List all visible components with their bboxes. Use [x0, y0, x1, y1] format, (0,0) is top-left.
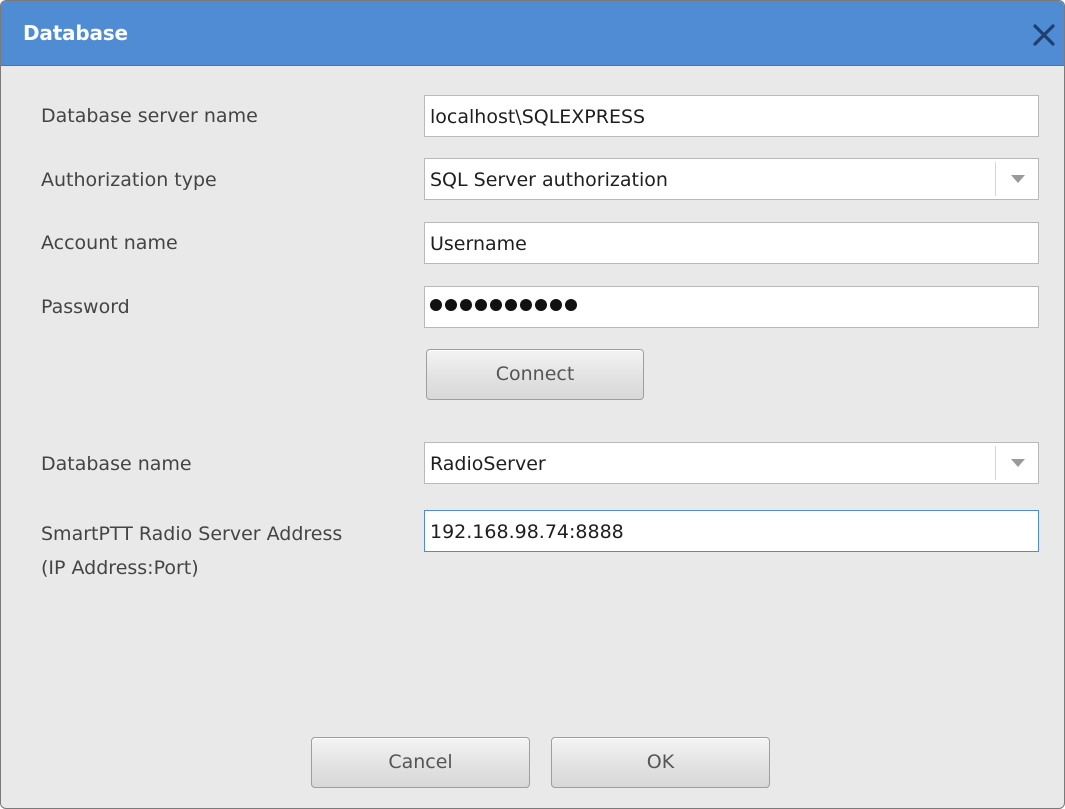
password-dot [535, 299, 547, 311]
ok-button[interactable]: OK [551, 737, 770, 788]
server-name-input[interactable]: localhost\SQLEXPRESS [424, 95, 1039, 137]
password-dot [490, 299, 502, 311]
auth-type-label: Authorization type [41, 169, 217, 191]
account-name-input[interactable]: Username [424, 222, 1039, 264]
auth-type-dropdown[interactable]: SQL Server authorization [424, 158, 1039, 200]
password-dot [475, 299, 487, 311]
server-address-value: 192.168.98.74:8888 [430, 521, 624, 543]
dropdown-separator [995, 446, 996, 480]
dialog-title: Database [23, 21, 128, 45]
dropdown-separator [995, 162, 996, 196]
database-dialog: Database Database server name localhost\… [0, 0, 1065, 809]
password-dot [430, 299, 442, 311]
password-dot [460, 299, 472, 311]
connect-button[interactable]: Connect [426, 349, 644, 400]
server-name-label: Database server name [41, 105, 258, 127]
database-name-dropdown[interactable]: RadioServer [424, 442, 1039, 484]
close-icon[interactable] [1030, 21, 1058, 49]
password-dot [565, 299, 577, 311]
server-address-input[interactable]: 192.168.98.74:8888 [424, 510, 1039, 552]
account-name-value: Username [430, 233, 527, 255]
title-bar[interactable]: Database [1, 1, 1064, 66]
chevron-down-icon[interactable] [1011, 459, 1025, 467]
database-name-label: Database name [41, 453, 192, 475]
password-dot [550, 299, 562, 311]
password-label: Password [41, 296, 130, 318]
server-address-hint: (IP Address:Port) [41, 557, 199, 579]
password-dot [505, 299, 517, 311]
password-dot [445, 299, 457, 311]
auth-type-value: SQL Server authorization [430, 169, 668, 191]
password-dot [520, 299, 532, 311]
chevron-down-icon[interactable] [1011, 175, 1025, 183]
database-name-value: RadioServer [430, 453, 546, 475]
account-name-label: Account name [41, 232, 178, 254]
server-address-label: SmartPTT Radio Server Address [41, 523, 343, 545]
cancel-button[interactable]: Cancel [311, 737, 530, 788]
server-name-value: localhost\SQLEXPRESS [430, 106, 646, 128]
password-input[interactable] [424, 286, 1039, 328]
password-mask [430, 299, 577, 311]
